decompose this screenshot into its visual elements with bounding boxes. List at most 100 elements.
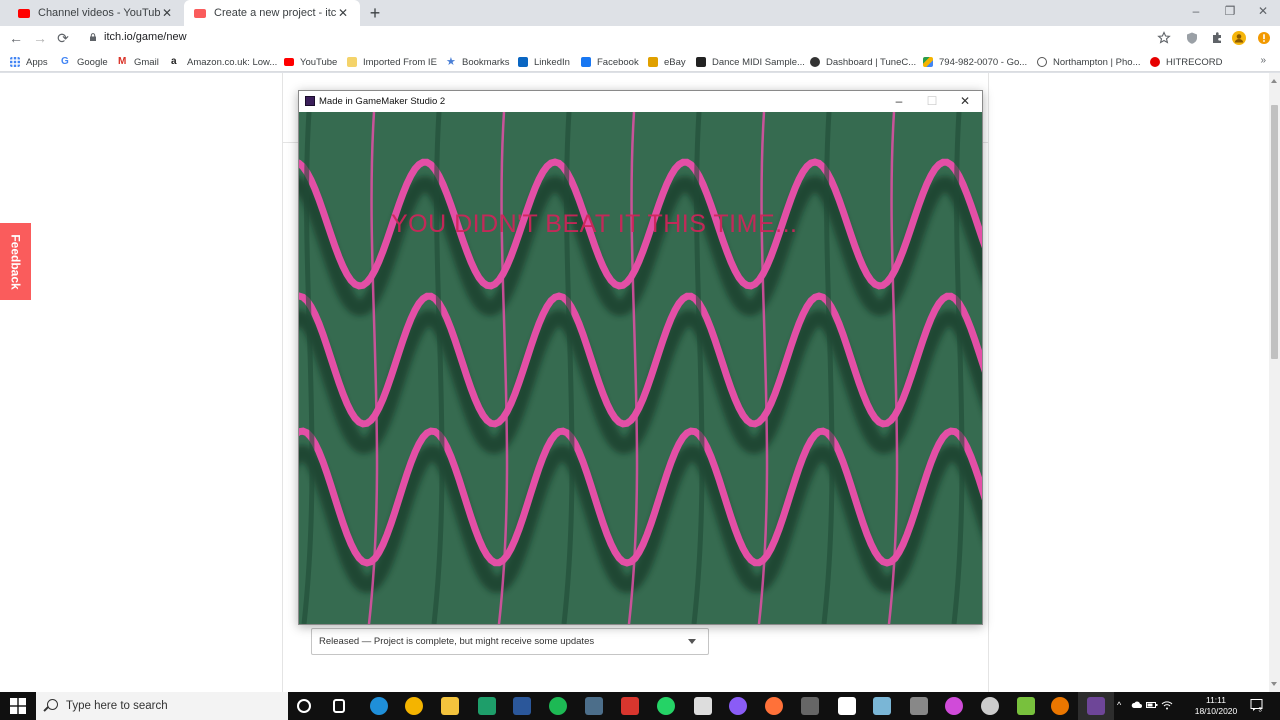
feedback-tab[interactable]: Feedback: [0, 223, 31, 300]
bookmark-northampton[interactable]: Northampton | Pho...: [1037, 55, 1141, 69]
edge-icon[interactable]: [370, 697, 388, 715]
tunecore-icon: [810, 57, 820, 67]
bookmark-hitrecord[interactable]: HITRECORD: [1150, 55, 1222, 69]
bookmark-label: HITRECORD: [1166, 56, 1223, 68]
wave-streak: [757, 112, 769, 624]
bookmark-apps[interactable]: Apps: [10, 55, 48, 69]
bookmark-linkedin[interactable]: LinkedIn: [518, 55, 570, 69]
bookmark-label: LinkedIn: [534, 56, 570, 68]
onedrive-icon[interactable]: [1131, 700, 1143, 710]
file-explorer-icon[interactable]: [441, 697, 459, 715]
forward-button[interactable]: →: [32, 30, 48, 46]
running-game-icon[interactable]: [1078, 692, 1114, 720]
itchio-favicon-icon: [194, 8, 206, 18]
scroll-down-icon[interactable]: [1271, 682, 1277, 686]
address-bar[interactable]: itch.io/game/new: [104, 31, 187, 43]
bookmark-bookmarks[interactable]: ★ Bookmarks: [446, 55, 510, 69]
taskbar-search-box[interactable]: Type here to search: [36, 692, 288, 720]
word-icon[interactable]: [513, 697, 531, 715]
obs-icon[interactable]: [981, 697, 999, 715]
task-view-icon[interactable]: [333, 699, 345, 713]
feedback-label: Feedback: [8, 233, 23, 290]
clock-date: 18/10/2020: [1194, 706, 1238, 716]
profile-avatar-icon[interactable]: [1232, 31, 1246, 45]
bookmark-label: Bookmarks: [462, 56, 510, 68]
bookmark-tunecore[interactable]: Dashboard | TuneC...: [810, 55, 916, 69]
apps-grid-icon: [10, 57, 20, 67]
whatsapp-icon[interactable]: [657, 697, 675, 715]
amazon-icon: a: [171, 56, 177, 67]
misc-app-icon[interactable]: [910, 697, 928, 715]
bookmark-gmail[interactable]: M Gmail: [118, 55, 159, 69]
bookmark-label: Facebook: [597, 56, 639, 68]
new-tab-button[interactable]: +: [366, 3, 384, 24]
gamemaker-icon[interactable]: [838, 697, 856, 715]
tab-close-icon[interactable]: ✕: [160, 6, 174, 20]
game-maximize-button[interactable]: ☐: [925, 94, 939, 108]
bookmark-amazon[interactable]: a Amazon.co.uk: Low...: [171, 55, 277, 69]
spotify-icon[interactable]: [549, 697, 567, 715]
bookmark-star-icon[interactable]: [1157, 31, 1171, 45]
window-restore-button[interactable]: ❐: [1223, 4, 1237, 18]
reload-button[interactable]: ⟳: [55, 30, 71, 46]
lock-icon: [90, 33, 96, 41]
tab-close-icon[interactable]: ✕: [336, 6, 350, 20]
krita-icon[interactable]: [585, 697, 603, 715]
scroll-thumb[interactable]: [1271, 105, 1278, 359]
bookmark-google[interactable]: G Google: [61, 55, 108, 69]
window-minimize-button[interactable]: –: [1189, 4, 1203, 18]
chevron-down-icon: [688, 639, 696, 644]
tab-itchio[interactable]: Create a new project - itch.io ✕: [184, 0, 360, 26]
acrobat-icon[interactable]: [621, 697, 639, 715]
live-app-icon[interactable]: [801, 697, 819, 715]
game-minimize-button[interactable]: –: [892, 94, 906, 108]
shield-extension-icon[interactable]: [1185, 31, 1199, 45]
game-app-icon[interactable]: [478, 697, 496, 715]
release-status-select[interactable]: Released — Project is complete, but migh…: [311, 628, 709, 655]
extensions-puzzle-icon[interactable]: [1210, 31, 1224, 45]
battery-icon[interactable]: [1146, 700, 1158, 710]
podcast-icon[interactable]: [729, 697, 747, 715]
bookmark-label: Apps: [26, 56, 48, 68]
browser-toolbar: ← → ⟳: [0, 26, 1280, 52]
bookmark-dance-midi[interactable]: Dance MIDI Sample...: [696, 55, 805, 69]
bookmarks-overflow-button[interactable]: »: [1260, 55, 1266, 66]
tab-youtube-studio[interactable]: Channel videos - YouTube Studio ✕: [8, 0, 184, 26]
inkscape-icon[interactable]: [694, 697, 712, 715]
bookmark-youtube[interactable]: YouTube: [284, 55, 337, 69]
page-scrollbar[interactable]: [1269, 73, 1280, 692]
chrome-icon[interactable]: [405, 697, 423, 715]
media-app-icon[interactable]: [945, 697, 963, 715]
tab-strip: Channel videos - YouTube Studio ✕ Create…: [0, 0, 1280, 26]
game-canvas[interactable]: YOU DIDN'T BEAT IT THIS TIME...: [299, 112, 982, 624]
folder-icon: [347, 57, 357, 67]
scroll-up-icon[interactable]: [1271, 79, 1277, 83]
cortana-icon[interactable]: [297, 699, 311, 713]
back-button[interactable]: ←: [8, 30, 24, 46]
game-window[interactable]: Made in GameMaker Studio 2 – ☐ ✕ YOU DID…: [298, 90, 983, 625]
bag-icon: [648, 57, 658, 67]
utorrent-icon[interactable]: [1017, 697, 1035, 715]
bookmark-label: YouTube: [300, 56, 338, 68]
blender-icon[interactable]: [1051, 697, 1069, 715]
game-close-button[interactable]: ✕: [958, 94, 972, 108]
tray-expand-icon[interactable]: ^: [1117, 700, 1121, 710]
gmail-icon: M: [118, 56, 127, 67]
wave-streak: [887, 112, 899, 624]
bookmark-ebay[interactable]: eBay: [648, 55, 686, 69]
window-close-button[interactable]: ✕: [1256, 4, 1270, 18]
bookmark-imported-from-ie[interactable]: Imported From IE: [347, 55, 437, 69]
wifi-icon[interactable]: [1161, 700, 1173, 710]
release-status-value: Released — Project is complete, but migh…: [319, 636, 595, 647]
update-alert-icon[interactable]: [1257, 31, 1271, 45]
system-clock[interactable]: 11:11 18/10/2020: [1188, 695, 1244, 717]
bookmark-facebook[interactable]: Facebook: [581, 55, 639, 69]
firefox-icon[interactable]: [765, 697, 783, 715]
windows-start-icon[interactable]: [10, 698, 26, 714]
google-icon: G: [61, 56, 69, 67]
notes-icon[interactable]: [873, 697, 891, 715]
game-window-titlebar[interactable]: Made in GameMaker Studio 2 – ☐ ✕: [299, 91, 982, 112]
notifications-icon[interactable]: 3: [1250, 698, 1264, 712]
dms-icon: [696, 57, 706, 67]
bookmark-google-drive[interactable]: 794-982-0070 - Go...: [923, 55, 1027, 69]
